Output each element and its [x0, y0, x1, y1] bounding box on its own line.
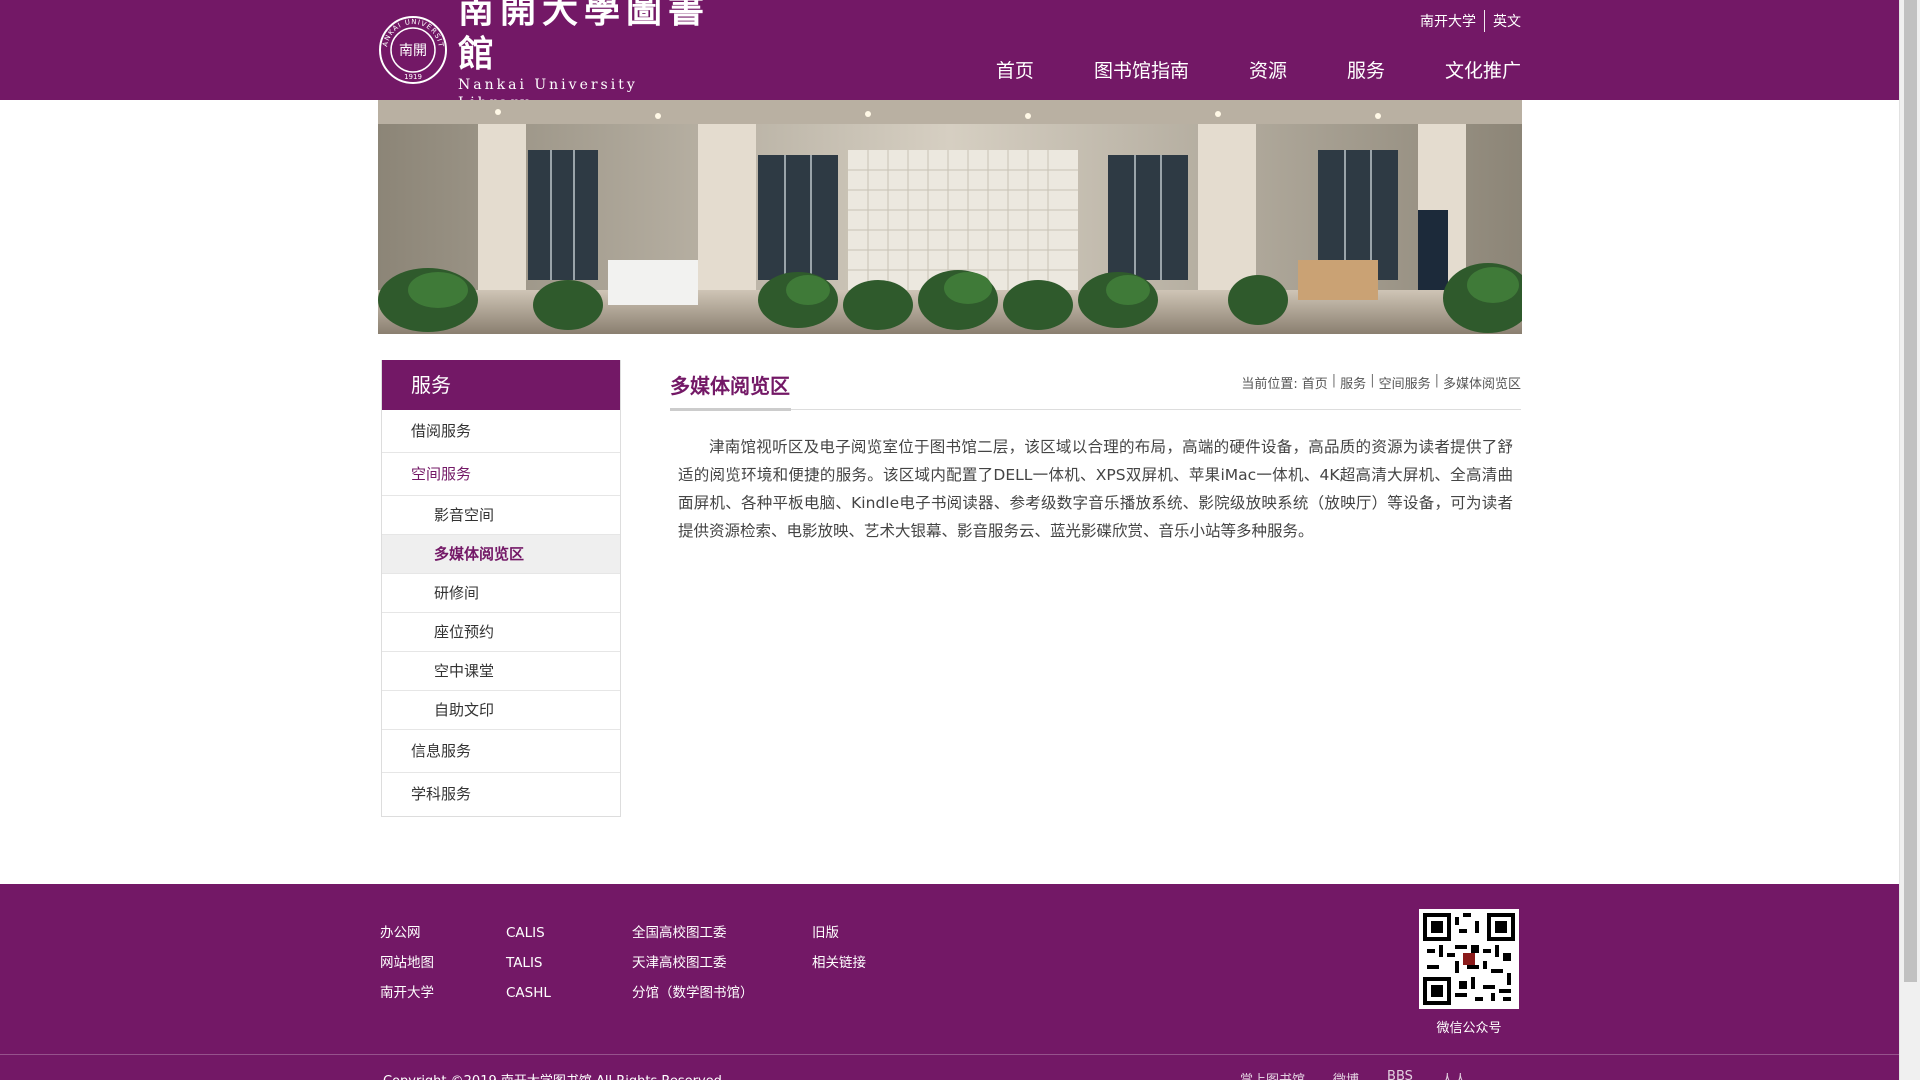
library-hall-photo	[378, 100, 1522, 334]
university-seal-icon: NANKAI UNIVERSITY 南開 1919	[378, 15, 447, 84]
footer-divider	[0, 1054, 1899, 1055]
sidebar-item-borrowing[interactable]: 借阅服务	[382, 410, 620, 453]
content-header: 多媒体阅览区 当前位置: 首页 | 服务 | 空间服务 | 多媒体阅览区	[670, 360, 1521, 411]
footer-link-related[interactable]: 相关链接	[812, 954, 932, 972]
divider	[1484, 10, 1485, 32]
logo-text: 南開大學圖書館 Nankai University Library	[458, 0, 718, 112]
footer-link-tianjin-committee[interactable]: 天津高校图工委	[632, 954, 812, 972]
sidebar-title: 服务	[382, 360, 620, 410]
footer-link-branch-library[interactable]: 分馆（数学图书馆）	[632, 984, 812, 1002]
breadcrumb-services[interactable]: 服务	[1340, 373, 1366, 392]
sidebar: 服务 借阅服务 空间服务 影音空间 多媒体阅览区 研修间 座位预约 空中课堂 自…	[381, 360, 621, 817]
breadcrumb-space-services[interactable]: 空间服务	[1379, 373, 1431, 392]
weibo-link[interactable]: 微博	[1333, 1069, 1359, 1080]
link-english[interactable]: 英文	[1493, 11, 1521, 31]
footer-column-1: 办公网 网站地图 南开大学	[380, 924, 506, 1002]
breadcrumb-separator: |	[1331, 373, 1337, 388]
breadcrumb-prefix: 当前位置:	[1241, 377, 1298, 392]
nav-resources[interactable]: 资源	[1249, 56, 1287, 83]
scrollbar-thumb[interactable]	[1904, 0, 1917, 982]
site-footer: 办公网 网站地图 南开大学 CALIS TALIS CASHL 全国高校图工委 …	[0, 884, 1899, 1080]
nav-services[interactable]: 服务	[1347, 56, 1385, 83]
seal-year: 1919	[404, 73, 422, 81]
page-title: 多媒体阅览区	[670, 374, 790, 398]
breadcrumb-current[interactable]: 多媒体阅览区	[1443, 373, 1521, 392]
site-header: NANKAI UNIVERSITY 南開 1919 南開大學圖書館 Nankai…	[0, 0, 1899, 111]
title-underline	[670, 408, 791, 411]
footer-link-calis[interactable]: CALIS	[506, 924, 632, 942]
bbs-link[interactable]: BBS	[1387, 1069, 1413, 1080]
footer-link-national-committee[interactable]: 全国高校图工委	[632, 924, 812, 942]
footer-link-old-version[interactable]: 旧版	[812, 924, 932, 942]
top-links: 南开大学 英文	[1420, 10, 1521, 32]
wechat-qr-block: 微信公众号	[1419, 909, 1519, 1036]
footer-link-talis[interactable]: TALIS	[506, 954, 632, 972]
main-nav: 首页 图书馆指南 资源 服务 文化推广	[996, 56, 1521, 83]
seal-center-text: 南開	[399, 43, 427, 59]
footer-link-cashl[interactable]: CASHL	[506, 984, 632, 1002]
sidebar-subitem-multimedia-area[interactable]: 多媒体阅览区	[382, 535, 620, 574]
logo-chinese: 南開大學圖書館	[458, 0, 711, 75]
footer-column-3: 全国高校图工委 天津高校图工委 分馆（数学图书馆）	[632, 924, 812, 1002]
footer-column-2: CALIS TALIS CASHL	[506, 924, 632, 1002]
sidebar-item-space-services[interactable]: 空间服务	[382, 453, 620, 496]
sidebar-subitem-seat-booking[interactable]: 座位预约	[382, 613, 620, 652]
footer-link-office[interactable]: 办公网	[380, 924, 506, 942]
footer-column-4: 旧版 相关链接	[812, 924, 932, 1002]
breadcrumb-home[interactable]: 首页	[1302, 373, 1328, 392]
footer-links: 办公网 网站地图 南开大学 CALIS TALIS CASHL 全国高校图工委 …	[380, 924, 932, 1002]
link-nankai-university[interactable]: 南开大学	[1420, 11, 1476, 31]
header-inner: NANKAI UNIVERSITY 南開 1919 南開大學圖書館 Nankai…	[378, 0, 1521, 111]
copyright: Copyright ©2019 南开大学图书馆 All Rights Reser…	[383, 1070, 722, 1080]
main-content: 多媒体阅览区 当前位置: 首页 | 服务 | 空间服务 | 多媒体阅览区 津南馆…	[670, 360, 1521, 545]
nav-culture[interactable]: 文化推广	[1445, 56, 1521, 83]
nav-home[interactable]: 首页	[996, 56, 1034, 83]
sidebar-item-information[interactable]: 信息服务	[382, 730, 620, 773]
footer-link-nankai[interactable]: 南开大学	[380, 984, 506, 1002]
sidebar-item-subject[interactable]: 学科服务	[382, 773, 620, 816]
breadcrumb: 当前位置: 首页 | 服务 | 空间服务 | 多媒体阅览区	[1241, 373, 1521, 392]
mobile-library-link[interactable]: 掌上图书馆	[1240, 1069, 1305, 1080]
sidebar-subitem-air-classroom[interactable]: 空中课堂	[382, 652, 620, 691]
footer-social-links: 掌上图书馆 微博 BBS 人人	[1240, 1069, 1467, 1080]
article-body: 津南馆视听区及电子阅览室位于图书馆二层，该区域以合理的布局，高端的硬件设备，高品…	[678, 438, 1513, 540]
breadcrumb-separator: |	[1434, 373, 1439, 388]
sidebar-subitem-av-space[interactable]: 影音空间	[382, 496, 620, 535]
banner-image	[378, 100, 1522, 334]
renren-link[interactable]: 人人	[1441, 1069, 1467, 1080]
footer-link-sitemap[interactable]: 网站地图	[380, 954, 506, 972]
wechat-qr-code-icon	[1419, 909, 1519, 1009]
site-logo[interactable]: NANKAI UNIVERSITY 南開 1919 南開大學圖書館 Nankai…	[378, 0, 718, 111]
qr-label: 微信公众号	[1436, 1021, 1502, 1036]
sidebar-subitem-self-print[interactable]: 自助文印	[382, 691, 620, 730]
breadcrumb-separator: |	[1370, 373, 1375, 388]
page-scrollbar[interactable]	[1899, 0, 1920, 1080]
sidebar-subitem-study-room[interactable]: 研修间	[382, 574, 620, 613]
nav-library-guide[interactable]: 图书馆指南	[1094, 56, 1189, 83]
